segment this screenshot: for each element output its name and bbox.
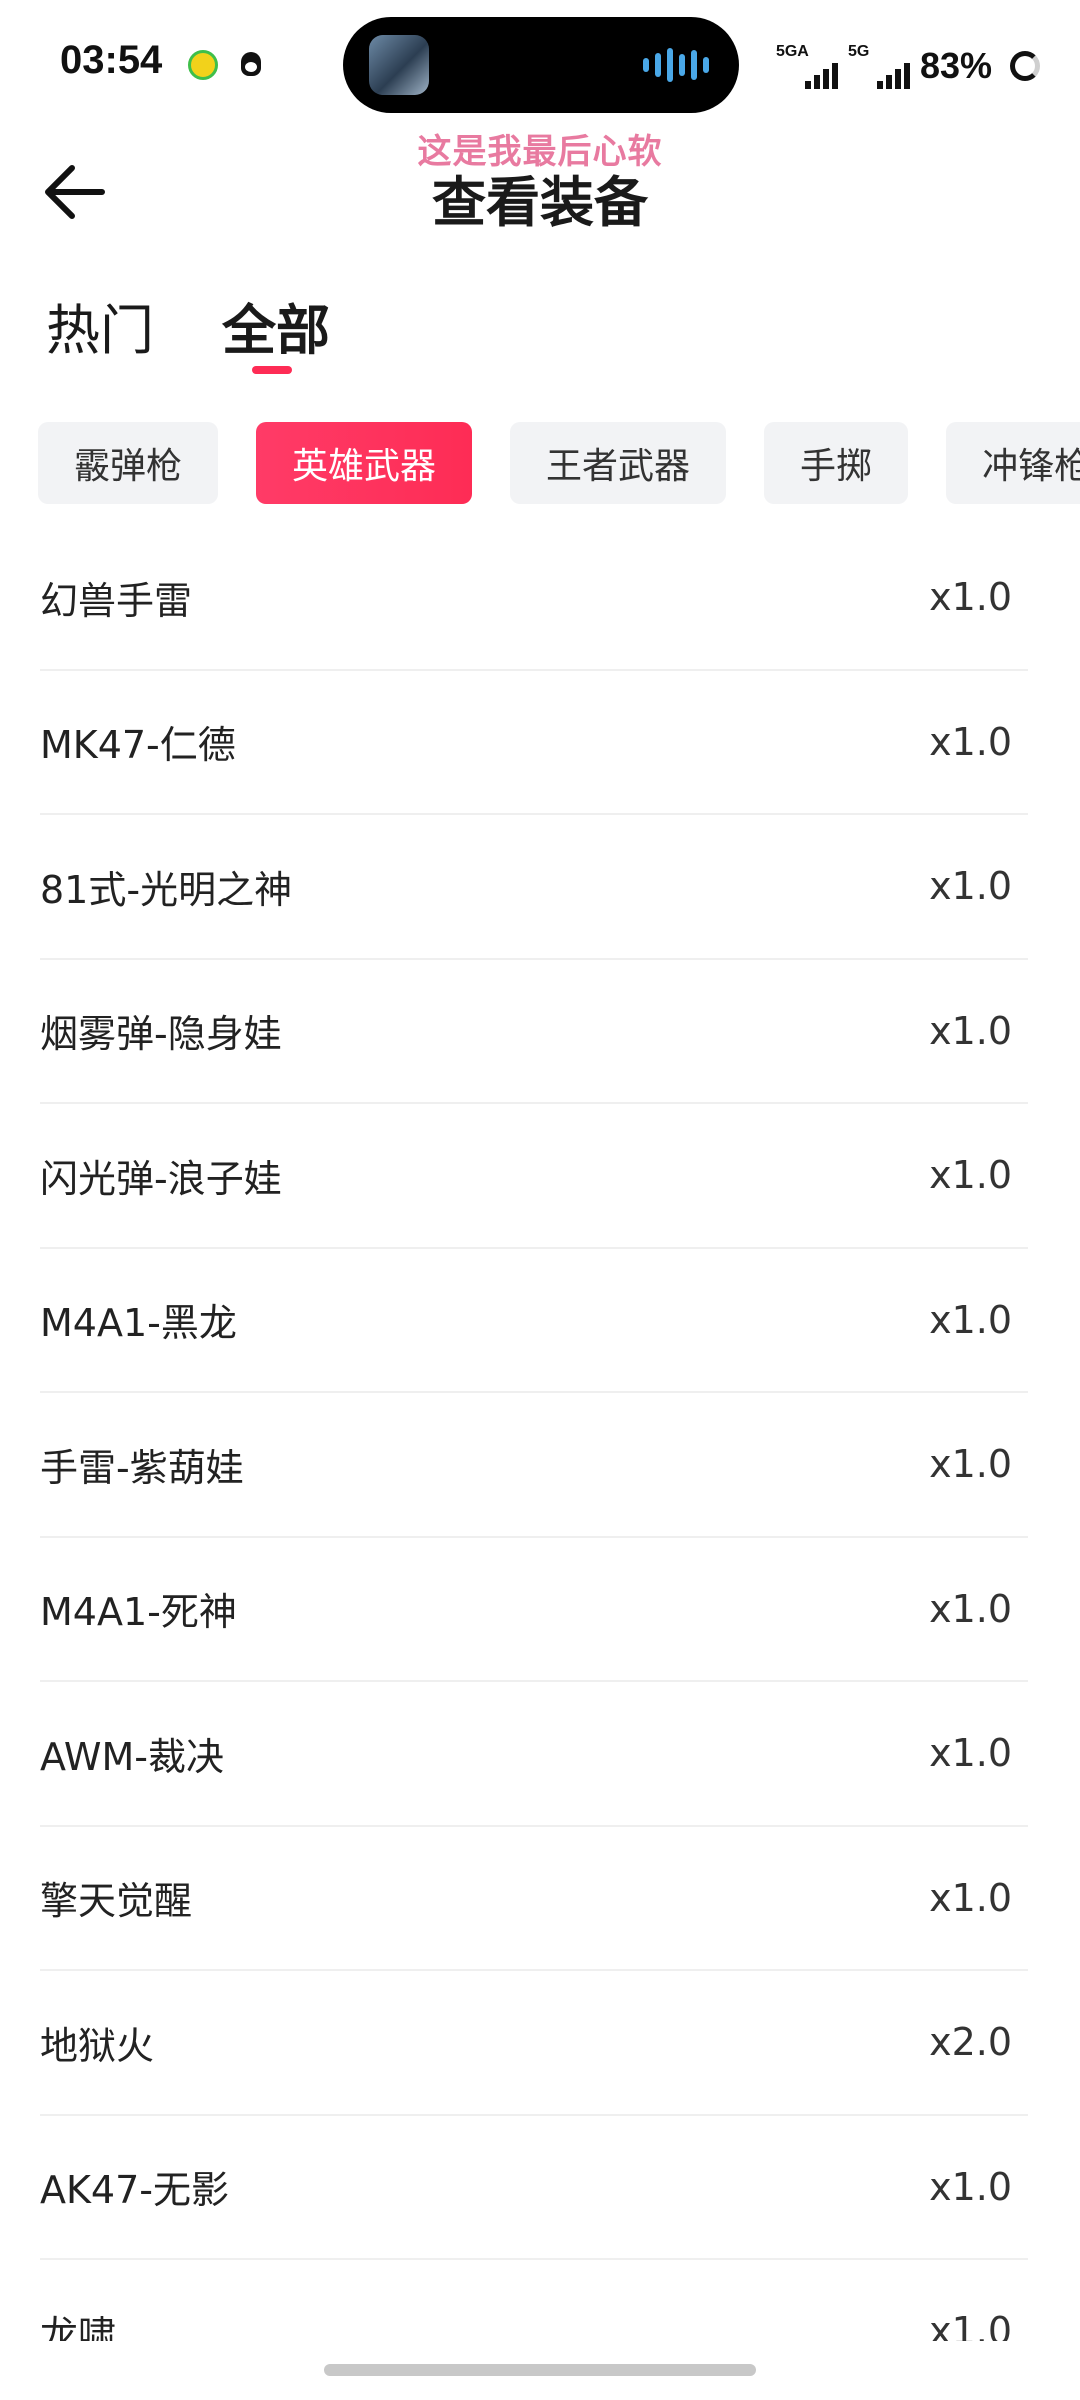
- status-time: 03:54: [60, 38, 163, 82]
- list-item[interactable]: M4A1-死神 x1.0: [40, 1538, 1028, 1682]
- category-chip-bar[interactable]: 霰弹枪 英雄武器 王者武器 手掷 冲锋枪: [0, 410, 1080, 520]
- item-multiplier: x1.0: [929, 575, 1012, 620]
- item-name: M4A1-黑龙: [40, 1301, 237, 1346]
- item-multiplier: x1.0: [929, 1153, 1012, 1198]
- list-item[interactable]: AK47-无影 x1.0: [40, 2116, 1028, 2260]
- item-name: 手雷-紫葫娃: [40, 1445, 244, 1490]
- item-name: AWM-裁决: [40, 1734, 224, 1779]
- chip-hero-weapon[interactable]: 英雄武器: [256, 422, 473, 504]
- chip-smg[interactable]: 冲锋枪: [946, 422, 1080, 504]
- item-multiplier: x1.0: [929, 1008, 1012, 1053]
- list-item[interactable]: MK47-仁德 x1.0: [40, 671, 1028, 815]
- item-multiplier: x1.0: [929, 2309, 1012, 2341]
- tab-all[interactable]: 全部: [222, 286, 330, 365]
- item-name: 幻兽手雷: [40, 578, 193, 623]
- active-tab-indicator: [252, 366, 292, 374]
- item-multiplier: x1.0: [929, 1442, 1012, 1487]
- item-multiplier: x2.0: [929, 2020, 1012, 2065]
- battery-ring-icon: [1010, 51, 1040, 81]
- list-item[interactable]: 闪光弹-浪子娃 x1.0: [40, 1104, 1028, 1249]
- list-item[interactable]: 擎天觉醒 x1.0: [40, 1827, 1028, 1971]
- list-item[interactable]: 烟雾弹-隐身娃 x1.0: [40, 960, 1028, 1104]
- signal-5g-icon: 5G: [848, 43, 910, 89]
- item-name: AK47-无影: [40, 2168, 229, 2213]
- list-item[interactable]: AWM-裁决 x1.0: [40, 1682, 1028, 1827]
- equipment-list[interactable]: 幻兽手雷 x1.0 MK47-仁德 x1.0 81式-光明之神 x1.0 烟雾弹…: [40, 526, 1028, 2341]
- item-name: 地狱火: [40, 2023, 155, 2068]
- list-item[interactable]: 地狱火 x2.0: [40, 1971, 1028, 2116]
- qq-penguin-icon: [236, 50, 266, 80]
- item-name: 擎天觉醒: [40, 1879, 193, 1924]
- item-name: 闪光弹-浪子娃: [40, 1156, 282, 1201]
- list-item[interactable]: 幻兽手雷 x1.0: [40, 526, 1028, 671]
- list-item[interactable]: 龙啸 x1.0: [40, 2260, 1028, 2341]
- dynamic-island[interactable]: [343, 17, 739, 113]
- battery-percent: 83%: [919, 45, 992, 86]
- tab-hot[interactable]: 热门: [46, 286, 154, 365]
- item-multiplier: x1.0: [929, 1586, 1012, 1631]
- chip-king-weapon[interactable]: 王者武器: [510, 422, 727, 504]
- item-multiplier: x1.0: [929, 1875, 1012, 1920]
- chip-shotgun[interactable]: 霰弹枪: [38, 422, 219, 504]
- item-name: M4A1-死神: [40, 1590, 237, 1635]
- status-indicators: 5GA 5G 83%: [776, 36, 1040, 96]
- item-name: 烟雾弹-隐身娃: [40, 1012, 282, 1057]
- music-app-icon: [188, 50, 218, 80]
- list-item[interactable]: M4A1-黑龙 x1.0: [40, 1249, 1028, 1393]
- item-name: 81式-光明之神: [40, 867, 293, 912]
- page-title: 查看装备: [432, 171, 648, 234]
- home-indicator[interactable]: [324, 2364, 756, 2376]
- item-multiplier: x1.0: [929, 2164, 1012, 2209]
- status-bar: 03:54 5GA 5G 83%: [0, 0, 1080, 130]
- signal-5ga-icon: 5GA: [776, 43, 838, 89]
- audio-wave-icon: [643, 47, 709, 83]
- item-name: 龙啸: [40, 2312, 117, 2341]
- media-thumbnail[interactable]: [369, 35, 429, 95]
- list-item[interactable]: 81式-光明之神 x1.0: [40, 815, 1028, 960]
- item-multiplier: x1.0: [929, 1731, 1012, 1776]
- item-multiplier: x1.0: [929, 1297, 1012, 1342]
- list-item[interactable]: 手雷-紫葫娃 x1.0: [40, 1393, 1028, 1538]
- item-name: MK47-仁德: [40, 723, 236, 768]
- item-multiplier: x1.0: [929, 719, 1012, 764]
- chip-throwable[interactable]: 手掷: [764, 422, 909, 504]
- item-multiplier: x1.0: [929, 864, 1012, 909]
